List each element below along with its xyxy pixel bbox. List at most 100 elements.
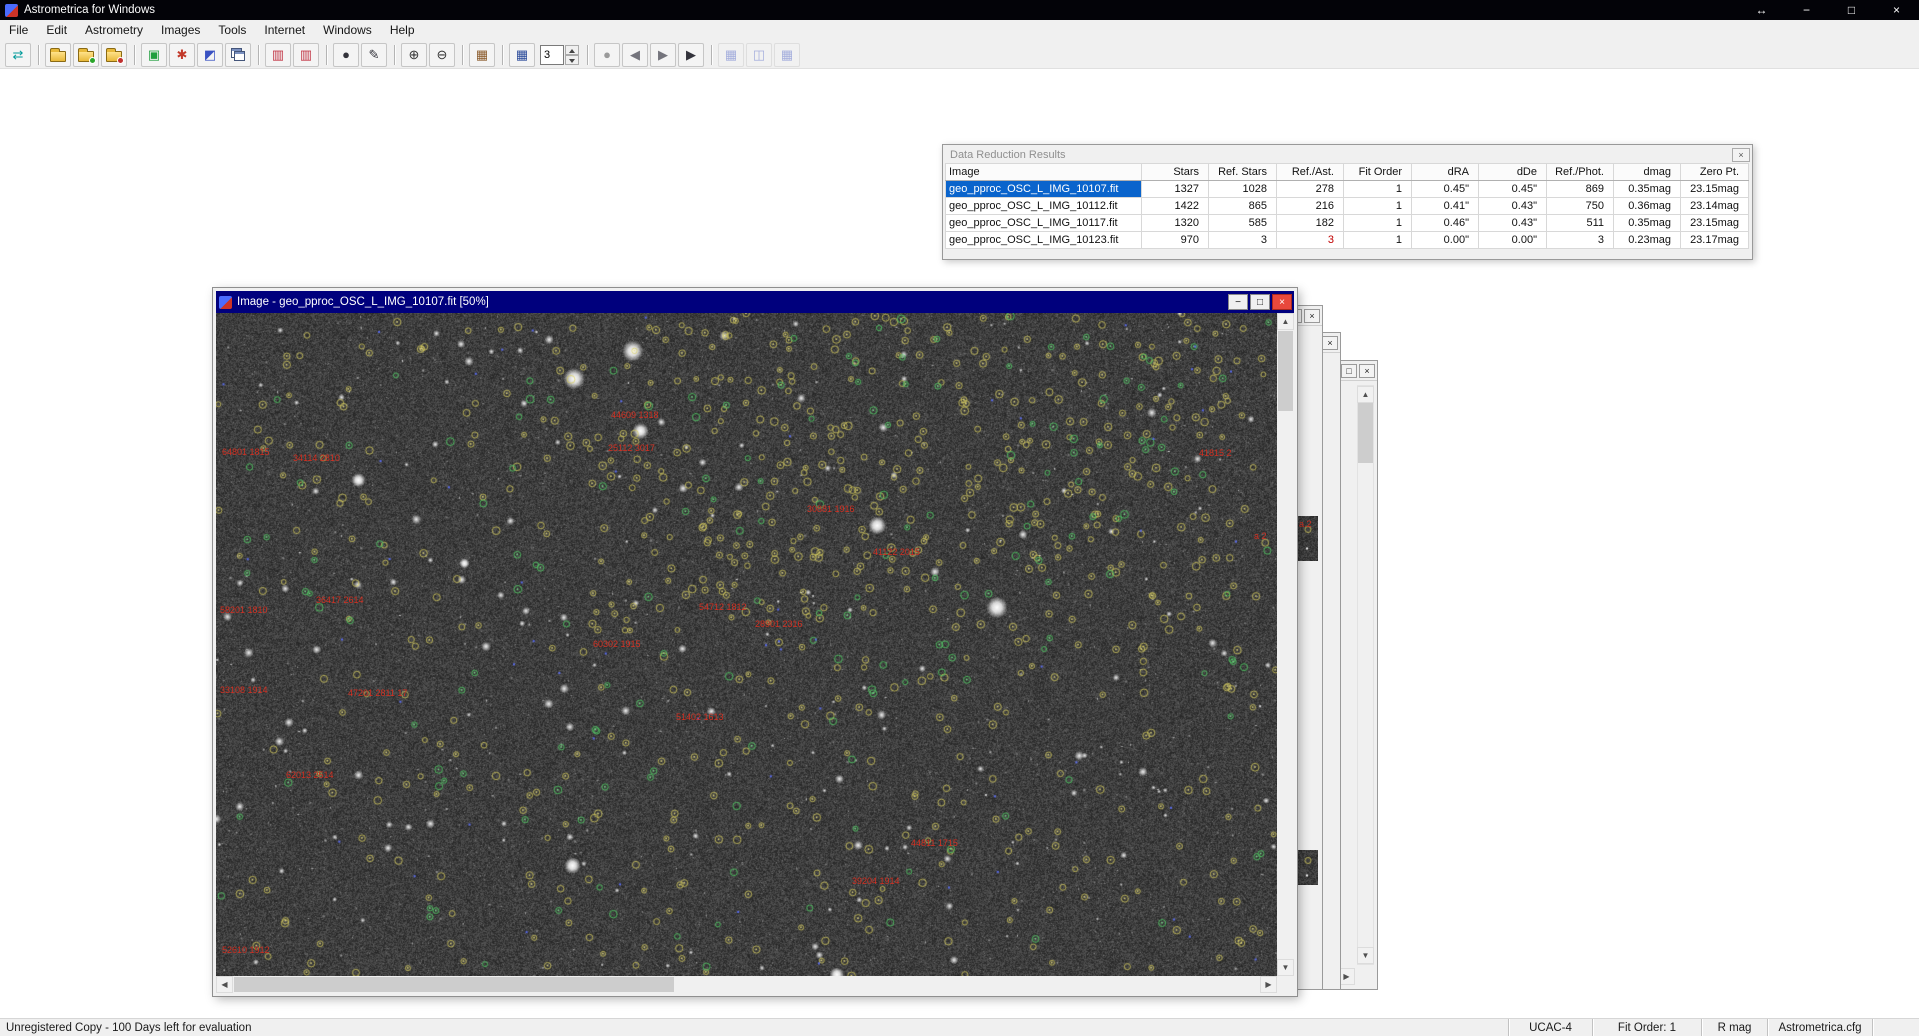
toolbar-known-object-overlay-button[interactable]: ● <box>333 43 359 67</box>
bg3-scroll-thumb[interactable] <box>1358 403 1373 463</box>
result-cell[interactable]: 182 <box>1277 215 1344 232</box>
toolbar-data-reduction-button[interactable]: ▣ <box>141 43 167 67</box>
image-vertical-scrollbar[interactable]: ▲ ▼ <box>1277 313 1294 976</box>
result-cell[interactable]: 0.41" <box>1412 198 1479 215</box>
result-cell[interactable]: 0.00" <box>1479 232 1547 249</box>
result-cell[interactable]: 0.45" <box>1479 181 1547 198</box>
scroll-left-icon[interactable]: ◀ <box>216 976 233 993</box>
result-cell[interactable]: 1 <box>1344 181 1412 198</box>
result-cell[interactable]: 0.46" <box>1412 215 1479 232</box>
toolbar-load-other-images-button[interactable] <box>101 43 127 67</box>
result-cell[interactable]: 970 <box>1142 232 1209 249</box>
bg1-restore-button[interactable]: □ <box>1297 309 1302 323</box>
result-cell[interactable]: 3 <box>1547 232 1614 249</box>
result-cell[interactable]: 511 <box>1547 215 1614 232</box>
result-cell[interactable]: 1422 <box>1142 198 1209 215</box>
result-cell[interactable]: 278 <box>1277 181 1344 198</box>
toolbar-step-forward-button[interactable]: ▶ <box>678 43 704 67</box>
result-cell[interactable]: 1320 <box>1142 215 1209 232</box>
toolbar-step-back-button[interactable]: ◀ <box>622 43 648 67</box>
result-cell[interactable]: 1327 <box>1142 181 1209 198</box>
result-cell[interactable]: 216 <box>1277 198 1344 215</box>
toolbar-extra-tool-2-button[interactable]: ◫ <box>746 43 772 67</box>
spinner-down-icon[interactable] <box>565 55 579 65</box>
result-row[interactable]: geo_pproc_OSC_L_IMG_10107.fit13271028278… <box>946 181 1749 198</box>
star-field-canvas[interactable] <box>216 313 1277 976</box>
result-cell[interactable]: 869 <box>1547 181 1614 198</box>
toolbar-cascade-windows-button[interactable] <box>225 43 251 67</box>
toolbar-extra-tool-1-button[interactable]: ▦ <box>718 43 744 67</box>
result-cell[interactable]: 23.14mag <box>1681 198 1749 215</box>
toolbar-extra-tool-3-button[interactable]: ▦ <box>774 43 800 67</box>
toolbar-record-button[interactable]: ● <box>594 43 620 67</box>
toolbar-annotate-button[interactable]: ✎ <box>361 43 387 67</box>
scroll-right-icon[interactable]: ▶ <box>1340 968 1355 985</box>
menu-internet[interactable]: Internet <box>255 20 314 41</box>
result-cell[interactable]: 1028 <box>1209 181 1277 198</box>
vertical-scroll-thumb[interactable] <box>1278 331 1293 411</box>
result-cell[interactable]: geo_pproc_OSC_L_IMG_10112.fit <box>946 198 1142 215</box>
scroll-right-icon[interactable]: ▶ <box>1260 976 1277 993</box>
toolbar-blink-images-button[interactable]: ▥ <box>265 43 291 67</box>
spinner-up-icon[interactable] <box>565 45 579 55</box>
toolbar-zoom-in-button[interactable]: ⊕ <box>401 43 427 67</box>
result-cell[interactable]: geo_pproc_OSC_L_IMG_10117.fit <box>946 215 1142 232</box>
result-cell[interactable]: 0.45" <box>1412 181 1479 198</box>
bg2-close-button[interactable]: × <box>1322 336 1338 350</box>
result-cell[interactable]: 0.36mag <box>1614 198 1681 215</box>
result-cell[interactable]: 23.17mag <box>1681 232 1749 249</box>
menu-astrometry[interactable]: Astrometry <box>76 20 152 41</box>
menu-windows[interactable]: Windows <box>314 20 381 41</box>
image-close-button[interactable]: × <box>1272 294 1292 310</box>
result-cell[interactable]: 0.43" <box>1479 215 1547 232</box>
background-window-1[interactable]: □ × a.2 <box>1297 306 1322 989</box>
result-cell[interactable]: 3 <box>1277 232 1344 249</box>
menu-images[interactable]: Images <box>152 20 209 41</box>
image-minimize-button[interactable]: − <box>1228 294 1248 310</box>
background-window-2[interactable]: × <box>1322 333 1340 989</box>
image-restore-button[interactable]: □ <box>1250 294 1270 310</box>
bg3-close-button[interactable]: × <box>1359 364 1375 378</box>
toolbar-track-and-stack-button[interactable]: ⇄ <box>5 43 31 67</box>
result-cell[interactable]: 585 <box>1209 215 1277 232</box>
toolbar-load-images-button[interactable] <box>45 43 71 67</box>
menu-file[interactable]: File <box>0 20 37 41</box>
result-cell[interactable]: 750 <box>1547 198 1614 215</box>
result-cell[interactable]: 0.00" <box>1412 232 1479 249</box>
menu-help[interactable]: Help <box>381 20 424 41</box>
result-cell[interactable]: 0.23mag <box>1614 232 1681 249</box>
close-button[interactable]: × <box>1874 0 1919 20</box>
image-window[interactable]: Image - geo_pproc_OSC_L_IMG_10107.fit [5… <box>213 288 1297 996</box>
image-horizontal-scrollbar[interactable]: ◀ ▶ <box>216 976 1277 993</box>
result-row[interactable]: geo_pproc_OSC_L_IMG_10112.fit14228652161… <box>946 198 1749 215</box>
toolbar-zoom-out-button[interactable]: ⊖ <box>429 43 455 67</box>
result-row[interactable]: geo_pproc_OSC_L_IMG_10117.fit13205851821… <box>946 215 1749 232</box>
result-cell[interactable]: 3 <box>1209 232 1277 249</box>
toolbar-load-reference-images-button[interactable] <box>73 43 99 67</box>
results-close-button[interactable]: × <box>1732 148 1750 162</box>
bg3-vertical-scrollbar[interactable]: ▲ ▼ <box>1357 385 1374 965</box>
menu-tools[interactable]: Tools <box>209 20 255 41</box>
result-row[interactable]: geo_pproc_OSC_L_IMG_10123.fit9703310.00"… <box>946 232 1749 249</box>
bg3-restore-button[interactable]: □ <box>1341 364 1357 378</box>
result-cell[interactable]: 0.35mag <box>1614 215 1681 232</box>
horizontal-scroll-thumb[interactable] <box>234 977 674 992</box>
result-cell[interactable]: geo_pproc_OSC_L_IMG_10123.fit <box>946 232 1142 249</box>
menu-edit[interactable]: Edit <box>37 20 76 41</box>
result-cell[interactable]: 1 <box>1344 215 1412 232</box>
bg1-close-button[interactable]: × <box>1304 309 1320 323</box>
result-cell[interactable]: geo_pproc_OSC_L_IMG_10107.fit <box>946 181 1142 198</box>
minimize-button[interactable]: − <box>1784 0 1829 20</box>
result-cell[interactable]: 1 <box>1344 232 1412 249</box>
scroll-down-icon[interactable]: ▼ <box>1277 959 1294 976</box>
toolbar-star-chart-button[interactable]: ▦ <box>469 43 495 67</box>
resize-handle-button[interactable]: ↔ <box>1739 0 1784 20</box>
toolbar-program-settings-button[interactable]: ✱ <box>169 43 195 67</box>
result-cell[interactable]: 865 <box>1209 198 1277 215</box>
maximize-button[interactable]: □ <box>1829 0 1874 20</box>
background-window-3[interactable]: □ × ▲ ▼ ▶ <box>1340 361 1377 989</box>
result-cell[interactable]: 23.15mag <box>1681 215 1749 232</box>
scroll-up-icon[interactable]: ▲ <box>1277 313 1294 330</box>
toolbar-object-verification-button[interactable]: ◩ <box>197 43 223 67</box>
result-cell[interactable]: 0.35mag <box>1614 181 1681 198</box>
